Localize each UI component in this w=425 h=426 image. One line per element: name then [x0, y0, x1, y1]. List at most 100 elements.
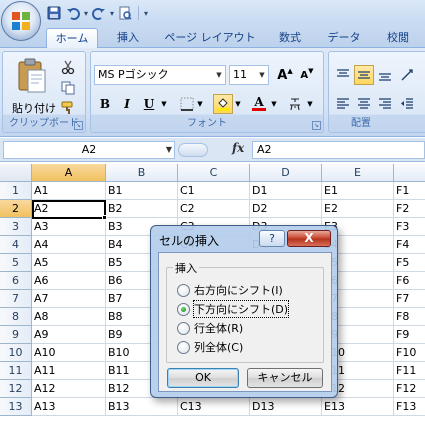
cell[interactable]: F8: [394, 308, 425, 326]
cell[interactable]: B13: [106, 398, 178, 416]
fill-handle[interactable]: [102, 215, 107, 220]
row-header[interactable]: 4: [0, 236, 32, 254]
column-header-d[interactable]: D: [250, 164, 322, 182]
fill-color-button[interactable]: [213, 94, 233, 114]
font-name-combo[interactable]: MS Pゴシック ▼: [94, 65, 226, 85]
print-preview-icon[interactable]: [117, 5, 133, 21]
row-header[interactable]: 7: [0, 290, 32, 308]
option-shift-down[interactable]: 下方向にシフト(D): [177, 300, 290, 318]
align-middle-button[interactable]: [354, 65, 374, 85]
cell[interactable]: A12: [32, 380, 106, 398]
font-color-button[interactable]: A: [249, 94, 269, 114]
cell[interactable]: F9: [394, 326, 425, 344]
tab-page-layout[interactable]: ページ レイアウト: [158, 28, 262, 48]
save-icon[interactable]: [46, 5, 62, 21]
cell[interactable]: D13: [250, 398, 322, 416]
radio-button[interactable]: [177, 283, 190, 297]
cell[interactable]: A3: [32, 218, 106, 236]
copy-button[interactable]: [59, 79, 77, 97]
row-header[interactable]: 9: [0, 326, 32, 344]
insert-function-button[interactable]: fx: [232, 141, 244, 155]
italic-button[interactable]: I: [117, 94, 137, 114]
cell[interactable]: A5: [32, 254, 106, 272]
formula-bar-splitter[interactable]: [178, 143, 208, 157]
phonetic-button[interactable]: [285, 94, 305, 114]
column-header-e[interactable]: E: [322, 164, 394, 182]
customize-qat-icon[interactable]: ▾: [144, 9, 148, 18]
column-header-a[interactable]: A: [32, 164, 106, 182]
cell[interactable]: F2: [394, 200, 425, 218]
tab-data[interactable]: データ: [320, 28, 368, 48]
tab-formulas[interactable]: 数式: [268, 28, 312, 48]
cell[interactable]: D1: [250, 182, 322, 200]
undo-dropdown-icon[interactable]: ▾: [84, 9, 88, 18]
row-header[interactable]: 13: [0, 398, 32, 416]
cell[interactable]: C2: [178, 200, 250, 218]
orientation-button[interactable]: [397, 65, 417, 85]
cell[interactable]: E13: [322, 398, 394, 416]
option-shift-right[interactable]: 右方向にシフト(I): [177, 282, 283, 298]
cell[interactable]: F3: [394, 218, 425, 236]
cell[interactable]: F12: [394, 380, 425, 398]
align-bottom-button[interactable]: [375, 65, 395, 85]
decrease-indent-button[interactable]: [397, 94, 417, 114]
tab-review[interactable]: 校閲: [376, 28, 420, 48]
cell[interactable]: F13: [394, 398, 425, 416]
chevron-down-icon[interactable]: ▼: [213, 66, 225, 84]
phonetic-dropdown-icon[interactable]: ▼: [305, 94, 315, 114]
row-header[interactable]: 5: [0, 254, 32, 272]
redo-icon[interactable]: [91, 5, 107, 21]
office-button[interactable]: [1, 1, 41, 41]
grow-font-button[interactable]: A ▲: [275, 65, 295, 85]
column-header-b[interactable]: B: [106, 164, 178, 182]
cell[interactable]: F10: [394, 344, 425, 362]
cell[interactable]: C1: [178, 182, 250, 200]
radio-button[interactable]: [177, 321, 190, 335]
align-left-button[interactable]: [333, 94, 353, 114]
row-header[interactable]: 1: [0, 182, 32, 200]
row-header[interactable]: 6: [0, 272, 32, 290]
cell[interactable]: F1: [394, 182, 425, 200]
borders-dropdown-icon[interactable]: ▼: [195, 94, 205, 114]
cell[interactable]: A8: [32, 308, 106, 326]
row-header[interactable]: 11: [0, 362, 32, 380]
row-header[interactable]: 3: [0, 218, 32, 236]
cell[interactable]: A10: [32, 344, 106, 362]
help-button[interactable]: ?: [259, 230, 285, 247]
cell[interactable]: A11: [32, 362, 106, 380]
shrink-font-button[interactable]: A ▼: [297, 65, 317, 85]
borders-button[interactable]: [177, 94, 197, 114]
radio-button[interactable]: [177, 340, 190, 354]
fill-color-dropdown-icon[interactable]: ▼: [233, 94, 243, 114]
cell[interactable]: B1: [106, 182, 178, 200]
clipboard-launcher-icon[interactable]: ↘: [74, 121, 83, 130]
column-header-c[interactable]: C: [178, 164, 250, 182]
cell[interactable]: E2: [322, 200, 394, 218]
underline-button[interactable]: U: [139, 94, 159, 114]
radio-button[interactable]: [177, 302, 190, 316]
cell[interactable]: C13: [178, 398, 250, 416]
chevron-down-icon[interactable]: ▼: [166, 142, 172, 158]
option-entire-row[interactable]: 行全体(R): [177, 320, 243, 336]
select-all-corner[interactable]: [0, 164, 32, 182]
cell[interactable]: F11: [394, 362, 425, 380]
row-header[interactable]: 10: [0, 344, 32, 362]
cell[interactable]: F5: [394, 254, 425, 272]
formula-input[interactable]: A2: [252, 141, 425, 159]
ok-button[interactable]: OK: [167, 368, 239, 388]
cancel-button[interactable]: キャンセル: [247, 368, 323, 388]
name-box[interactable]: A2 ▼: [3, 141, 175, 159]
cut-button[interactable]: [59, 58, 77, 76]
paste-button[interactable]: 貼り付け: [11, 58, 56, 115]
underline-dropdown-icon[interactable]: ▼: [159, 94, 169, 114]
align-right-button[interactable]: [375, 94, 395, 114]
cell[interactable]: A2: [32, 200, 106, 218]
font-color-dropdown-icon[interactable]: ▼: [269, 94, 279, 114]
format-painter-button[interactable]: [59, 99, 77, 117]
row-header[interactable]: 12: [0, 380, 32, 398]
cell[interactable]: A9: [32, 326, 106, 344]
cell[interactable]: B2: [106, 200, 178, 218]
cell[interactable]: A4: [32, 236, 106, 254]
option-entire-column[interactable]: 列全体(C): [177, 339, 243, 355]
cell[interactable]: F4: [394, 236, 425, 254]
